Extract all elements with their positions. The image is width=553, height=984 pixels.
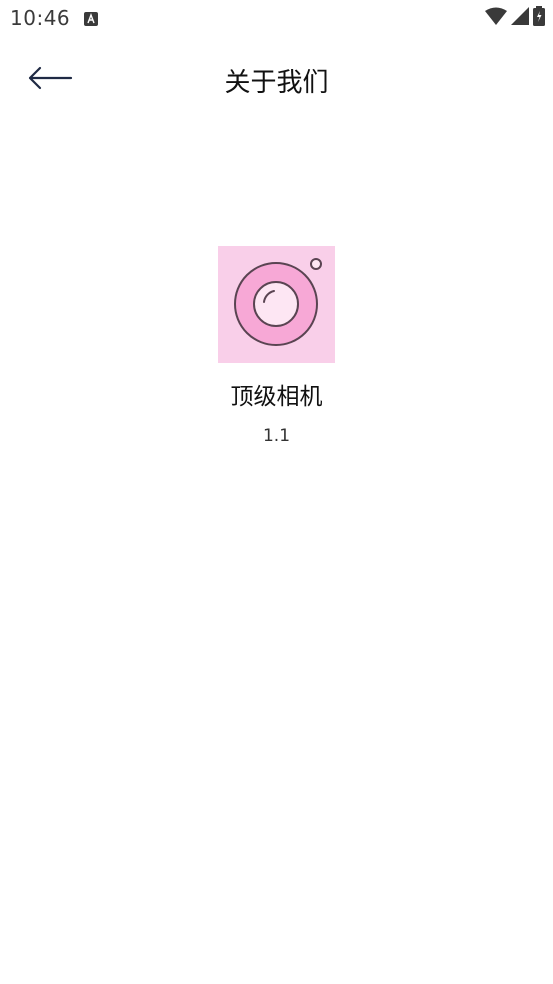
notification-a-icon — [84, 11, 98, 26]
status-time: 10:46 — [10, 6, 71, 30]
app-version: 1.1 — [262, 426, 291, 446]
status-icons — [485, 6, 545, 30]
app-bar: 关于我们 — [0, 48, 553, 112]
app-icon — [218, 246, 335, 363]
cell-signal-icon — [511, 7, 529, 29]
camera-lens-icon — [218, 246, 335, 363]
app-name: 顶级相机 — [230, 384, 323, 410]
page-title: 关于我们 — [224, 68, 329, 98]
battery-charging-icon — [533, 6, 545, 30]
wifi-icon — [485, 7, 507, 29]
status-bar: 10:46 — [0, 0, 553, 38]
